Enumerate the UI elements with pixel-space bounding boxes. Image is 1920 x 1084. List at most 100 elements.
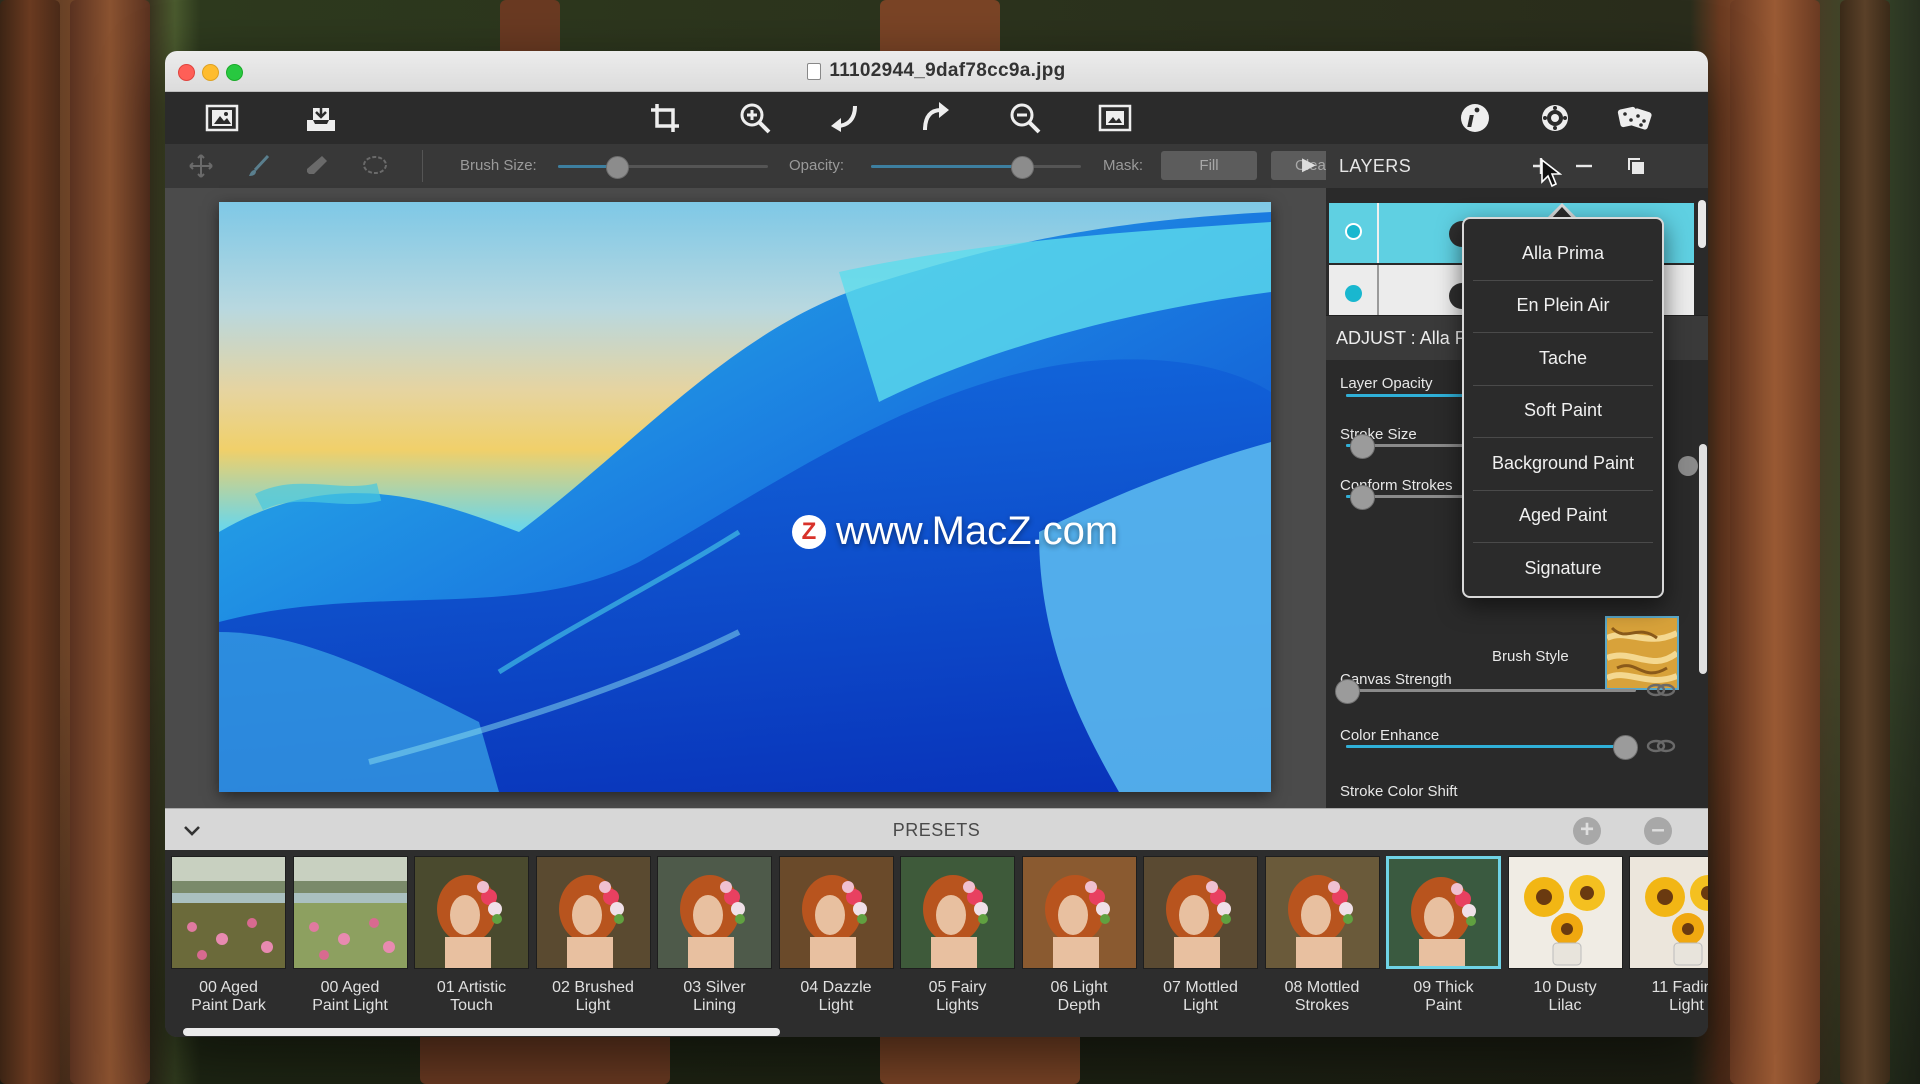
title-bar: 11102944_9daf78cc9a.jpg <box>165 51 1708 92</box>
layer-visibility-dot[interactable] <box>1345 285 1362 302</box>
brush-options-bar: Brush Size: Opacity: Mask: Fill Clear <box>165 144 1351 189</box>
link-icon[interactable] <box>1646 682 1676 698</box>
menu-separator <box>1473 542 1653 543</box>
brush-style-thumbnail[interactable] <box>1605 616 1679 690</box>
preset-item[interactable]: 05 Fairy Lights <box>900 856 1015 1015</box>
preset-thumbnail[interactable] <box>900 856 1015 969</box>
preset-thumbnail[interactable] <box>1264 856 1380 969</box>
undo-button[interactable] <box>825 98 865 138</box>
duplicate-icon <box>1628 158 1644 174</box>
menu-item-alla-prima[interactable]: Alla Prima <box>1473 227 1653 279</box>
tree-trunk <box>1840 0 1890 1084</box>
menu-item-en-plein-air[interactable]: En Plein Air <box>1473 280 1653 332</box>
layer-opacity-label: Layer Opacity <box>1340 375 1433 392</box>
undo-icon <box>831 105 857 132</box>
conform-strokes-knob[interactable] <box>1350 485 1375 510</box>
color-enhance-knob[interactable] <box>1613 735 1638 760</box>
mouse-cursor-icon <box>1541 158 1562 188</box>
tree-trunk <box>0 0 60 1084</box>
tree-trunk <box>70 0 150 1084</box>
preset-item[interactable]: 10 Dusty Lilac <box>1507 856 1623 1015</box>
move-tool[interactable] <box>186 152 216 180</box>
link-icon[interactable] <box>1646 738 1676 754</box>
lasso-tool[interactable] <box>360 152 390 180</box>
brush-style-label: Brush Style <box>1492 648 1569 665</box>
preset-item[interactable]: 03 Silver Lining <box>657 856 772 1015</box>
adjust-side-knob[interactable] <box>1678 456 1698 476</box>
preset-thumbnail[interactable] <box>1143 856 1258 969</box>
preset-item[interactable]: 02 Brushed Light <box>535 856 651 1015</box>
redo-icon <box>923 102 949 131</box>
lasso-icon <box>363 156 387 174</box>
preset-thumbnail[interactable] <box>1629 856 1708 969</box>
menu-item-soft-paint[interactable]: Soft Paint <box>1473 385 1653 437</box>
menu-separator <box>1473 279 1653 281</box>
preset-label: 11 Fading Light <box>1651 979 1709 1014</box>
zoom-in-icon <box>740 103 771 134</box>
menu-item-aged-paint[interactable]: Aged Paint <box>1473 490 1653 542</box>
preset-thumbnail[interactable] <box>292 856 408 969</box>
brush-icon <box>249 154 270 176</box>
canvas-strength-knob[interactable] <box>1335 679 1360 704</box>
layers-title: LAYERS <box>1339 156 1412 176</box>
preset-thumbnail[interactable] <box>1021 856 1137 969</box>
zoom-out-button[interactable] <box>1005 98 1045 138</box>
preset-item[interactable]: 06 Light Depth <box>1021 856 1137 1015</box>
preset-item[interactable]: 04 Dazzle Light <box>778 856 894 1015</box>
preset-thumbnail[interactable] <box>1386 856 1501 969</box>
brush-size-knob[interactable] <box>606 156 629 179</box>
zoom-out-icon <box>1010 103 1041 134</box>
eraser-icon <box>307 156 327 174</box>
preset-item[interactable]: 00 Aged Paint Dark <box>171 856 286 1015</box>
canvas-strength-slider[interactable] <box>1335 679 1636 704</box>
random-dice-button[interactable] <box>1615 98 1655 138</box>
open-image-button[interactable] <box>202 98 242 138</box>
duplicate-layer-button[interactable] <box>1623 153 1649 179</box>
opacity-slider[interactable] <box>871 156 1081 179</box>
presets-scrollbar[interactable] <box>183 1028 780 1036</box>
remove-preset-button[interactable]: – <box>1644 817 1672 845</box>
preset-item[interactable]: 11 Fading Light <box>1629 856 1708 1015</box>
preset-item[interactable]: 00 Aged Paint Light <box>292 856 408 1015</box>
brush-tool[interactable] <box>244 152 274 180</box>
color-enhance-label: Color Enhance <box>1340 727 1440 744</box>
tree-trunk <box>420 1030 670 1084</box>
stroke-size-knob[interactable] <box>1350 434 1375 459</box>
preset-item[interactable]: 09 Thick Paint <box>1386 856 1501 1015</box>
menu-item-background-paint[interactable]: Background Paint <box>1473 437 1653 489</box>
menu-item-signature[interactable]: Signature <box>1473 542 1653 594</box>
redo-button[interactable] <box>915 98 955 138</box>
settings-button[interactable] <box>1535 98 1575 138</box>
random-dice-icon <box>1617 106 1652 130</box>
preset-item[interactable]: 01 Artistic Touch <box>414 856 529 1015</box>
preset-item[interactable]: 08 Mottled Strokes <box>1264 856 1380 1015</box>
fit-to-window-button[interactable] <box>1095 98 1135 138</box>
add-preset-button[interactable]: + <box>1573 817 1601 845</box>
layer-divider <box>1377 203 1379 263</box>
zoom-in-button[interactable] <box>735 98 775 138</box>
layers-scrollbar[interactable] <box>1698 200 1706 248</box>
color-enhance-fill <box>1346 745 1624 748</box>
info-button[interactable] <box>1455 98 1495 138</box>
preset-thumbnail[interactable] <box>414 856 529 969</box>
brush-size-slider[interactable] <box>558 156 768 179</box>
menu-item-tache[interactable]: Tache <box>1473 332 1653 384</box>
preset-thumbnail[interactable] <box>778 856 894 969</box>
preset-thumbnail[interactable] <box>657 856 772 969</box>
crop-button[interactable] <box>645 98 685 138</box>
preset-item[interactable]: 07 Mottled Light <box>1143 856 1258 1015</box>
adjust-scrollbar[interactable] <box>1699 444 1707 674</box>
panel-expand-arrow[interactable]: ▶ <box>1302 154 1322 178</box>
eraser-tool[interactable] <box>302 152 332 180</box>
save-image-button[interactable] <box>301 98 341 138</box>
preset-thumbnail[interactable] <box>171 856 286 969</box>
opacity-knob[interactable] <box>1011 156 1034 179</box>
color-enhance-slider[interactable] <box>1346 735 1638 760</box>
layer-visibility-dot[interactable] <box>1345 223 1362 240</box>
mask-fill-button[interactable]: Fill <box>1161 151 1257 180</box>
painted-image[interactable]: Z www.MacZ.com <box>219 202 1271 792</box>
preset-thumbnail[interactable] <box>535 856 651 969</box>
preset-thumbnail[interactable] <box>1507 856 1623 969</box>
save-image-icon <box>307 104 335 131</box>
remove-layer-button[interactable] <box>1571 153 1597 179</box>
